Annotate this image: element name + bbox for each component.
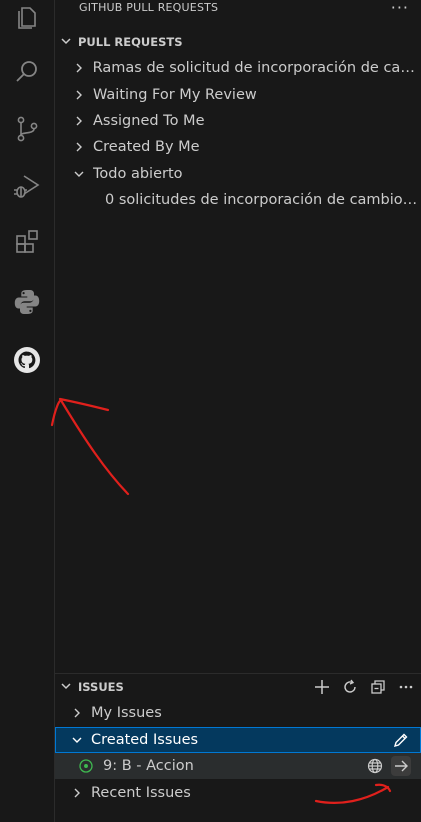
tree-item-assigned-to-me[interactable]: Assigned To Me [55,108,421,134]
collapse-all-icon[interactable] [367,676,389,698]
sidebar: GITHUB PULL REQUESTS ··· PULL REQUESTS R… [55,0,421,822]
tree-item-pr-branches[interactable]: Ramas de solicitud de incorporación de c… [55,55,421,81]
tree-item-label: Todo abierto [93,166,183,182]
chevron-right-icon [71,141,87,153]
chevron-right-icon [69,787,85,799]
more-actions-button[interactable]: ··· [391,0,409,17]
plus-icon[interactable] [311,676,333,698]
tree-item-issue[interactable]: 9: B - Accion [55,753,421,779]
run-debug-icon[interactable] [0,162,54,210]
tree-item-created-issues[interactable]: Created Issues [55,727,421,753]
issue-title: 9: B - Accion [103,758,194,774]
activity-bar [0,0,55,822]
chevron-right-icon [71,62,87,74]
tree-item-created-by-me[interactable]: Created By Me [55,134,421,160]
issues-section-header[interactable]: ISSUES [55,674,421,700]
sidebar-title: GITHUB PULL REQUESTS [79,1,219,14]
tree-item-all-open[interactable]: Todo abierto [55,161,421,187]
tree-item-empty-pr-message: 0 solicitudes de incorporación de cambio… [55,187,421,213]
tree-item-label: Created Issues [91,732,199,748]
globe-icon[interactable] [365,756,385,776]
empty-pr-message: 0 solicitudes de incorporación de cambio… [105,192,421,208]
issues-section-actions [311,674,421,700]
tree-item-label: Recent Issues [91,785,191,801]
chevron-down-icon [71,168,87,180]
created-issues-actions [391,727,411,753]
tree-item-waiting-review[interactable]: Waiting For My Review [55,82,421,108]
source-control-icon[interactable] [0,105,54,153]
chevron-down-icon [60,680,74,695]
issues-header-label: ISSUES [78,680,124,694]
chevron-right-icon [71,89,87,101]
github-icon[interactable] [0,336,54,384]
tree-item-label: Waiting For My Review [93,87,257,103]
chevron-down-icon [69,734,85,746]
chevron-down-icon [60,35,74,50]
search-icon[interactable] [0,48,54,96]
tree-item-label: My Issues [91,705,162,721]
edit-icon[interactable] [391,730,411,750]
explorer-icon[interactable] [0,0,54,40]
python-icon[interactable] [0,278,54,326]
chevron-right-icon [69,707,85,719]
pull-requests-header-label: PULL REQUESTS [78,35,183,49]
chevron-right-icon [71,115,87,127]
tree-item-label: Ramas de solicitud de incorporación de c… [92,60,421,76]
tree-item-my-issues[interactable]: My Issues [55,700,421,726]
arrow-right-icon[interactable] [391,756,411,776]
pull-requests-section-header[interactable]: PULL REQUESTS [55,29,421,55]
issue-opened-icon [79,759,93,773]
issue-actions [365,753,411,779]
extensions-icon[interactable] [0,218,54,266]
more-actions-button[interactable] [395,676,417,698]
tree-item-recent-issues[interactable]: Recent Issues [55,780,421,806]
refresh-icon[interactable] [339,676,361,698]
tree-item-label: Assigned To Me [93,113,205,129]
tree-item-label: Created By Me [93,139,200,155]
vscode-window: GITHUB PULL REQUESTS ··· PULL REQUESTS R… [0,0,421,822]
